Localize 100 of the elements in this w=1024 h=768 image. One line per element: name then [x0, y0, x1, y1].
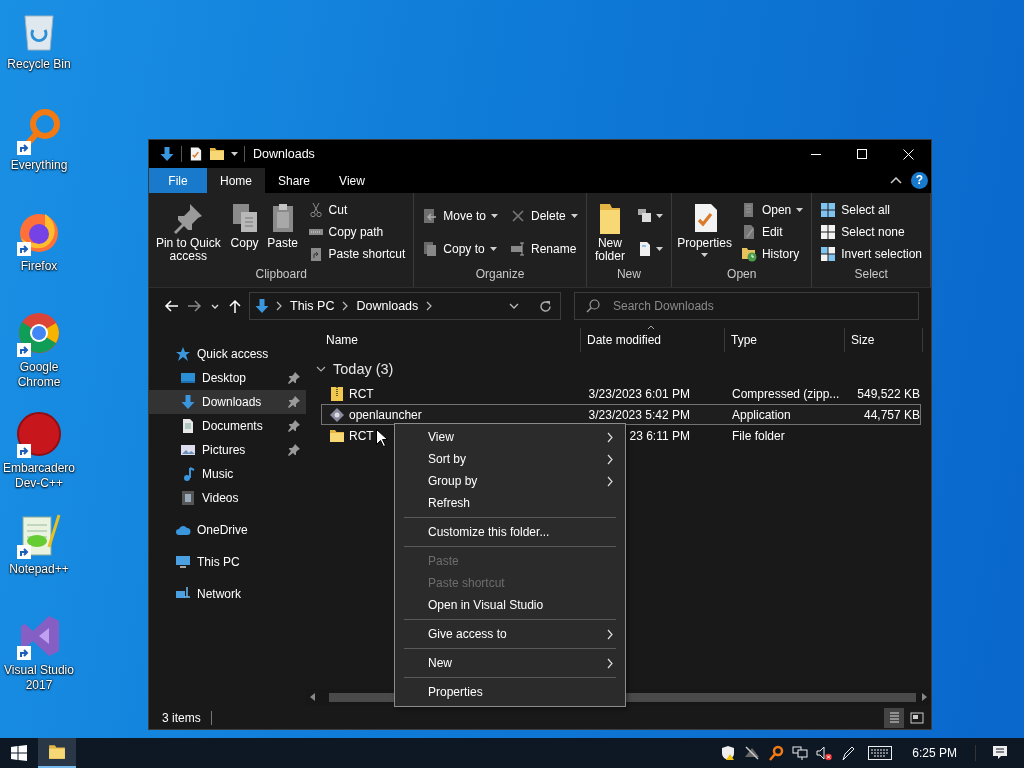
ribbon-button[interactable]: Delete	[507, 205, 581, 226]
caret-icon[interactable]	[231, 152, 238, 156]
circle-logo-icon[interactable]	[15, 410, 63, 458]
picture-icon	[180, 442, 196, 458]
file-menu-button[interactable]: File	[149, 168, 207, 193]
nav-item[interactable]: Videos	[149, 486, 306, 510]
file-size: 44,757 KB	[863, 407, 920, 422]
search-field[interactable]: Search Downloads	[574, 292, 919, 320]
desktop-icon-label: Embarcadero Dev-C++	[1, 461, 76, 491]
menu-item[interactable]: Group by	[395, 470, 625, 492]
ribbon-button[interactable]: Edit	[737, 222, 807, 242]
mouse-cursor-icon	[376, 429, 388, 447]
ribbon-tab[interactable]: View	[323, 168, 381, 193]
ribbon-button[interactable]: Move to	[419, 205, 501, 226]
zip-folder-icon	[329, 385, 345, 402]
breadcrumb[interactable]: This PC	[288, 299, 337, 313]
checkmark-document-icon[interactable]	[188, 146, 203, 162]
taskbar-app-button[interactable]	[38, 738, 76, 768]
menu-item[interactable]: Sort by	[395, 448, 625, 470]
expanded-chevron-icon[interactable]	[316, 366, 326, 372]
dropdown-icon[interactable]	[509, 303, 519, 309]
minimize-icon	[811, 153, 821, 155]
file-type: File folder	[732, 428, 785, 443]
ribbon-button[interactable]: Select none	[817, 222, 925, 242]
nav-item[interactable]: Documents	[149, 414, 306, 438]
collapse-ribbon-icon[interactable]	[890, 177, 902, 184]
ribbon-button[interactable]: Select all	[817, 200, 925, 220]
ribbon-button[interactable]: Pin to Quick access	[152, 199, 225, 265]
ribbon-button[interactable]: Rename	[507, 238, 581, 259]
ribbon-group-label: Select	[853, 266, 889, 283]
date-modified: 23 6:11 PM	[629, 428, 690, 443]
ribbon-tab[interactable]: Home	[207, 168, 265, 193]
menu-item[interactable]: View	[395, 426, 625, 448]
pen-icon[interactable]	[840, 745, 857, 761]
nav-item[interactable]: Network	[149, 582, 306, 606]
ribbon-button[interactable]: Copy path	[304, 222, 409, 242]
chevron-icon	[426, 301, 433, 311]
muted-speaker-icon[interactable]	[816, 745, 833, 761]
file-size: 549,522 KB	[857, 386, 920, 401]
ribbon-button[interactable]: Invert selection	[817, 244, 925, 264]
desktop-icon-label: Notepad++	[9, 562, 69, 577]
ribbon-button[interactable]: New folder	[589, 199, 631, 265]
menu-item[interactable]: Give access to	[395, 623, 625, 645]
ribbon-button[interactable]: History	[737, 244, 807, 264]
clock[interactable]: 6:25 PM	[900, 746, 975, 760]
network-off-icon[interactable]	[744, 745, 761, 761]
ribbon-button[interactable]: Properties	[675, 199, 734, 265]
nav-item[interactable]: Downloads	[149, 390, 306, 414]
column-header[interactable]: Size	[844, 328, 923, 352]
scissors-icon	[307, 202, 324, 218]
document-icon	[180, 418, 196, 434]
notification-icon[interactable]	[992, 745, 1008, 761]
download-arrow-icon[interactable]	[159, 146, 175, 162]
nav-item[interactable]: This PC	[149, 550, 306, 574]
folder-icon[interactable]	[209, 146, 225, 162]
file-name[interactable]: RCT	[349, 428, 374, 443]
nav-item[interactable]: Desktop	[149, 366, 306, 390]
caret-icon	[211, 303, 219, 309]
nav-item[interactable]: OneDrive	[149, 518, 306, 542]
menu-item[interactable]: Properties	[395, 681, 625, 703]
help-button[interactable]: ?	[911, 172, 928, 189]
ribbon-button[interactable]: Paste	[264, 199, 301, 265]
star-icon	[175, 346, 191, 362]
menu-item[interactable]: Refresh	[395, 492, 625, 514]
ribbon-group-label: Organize	[474, 266, 526, 283]
ribbon-tab[interactable]: Share	[265, 168, 323, 193]
nav-item[interactable]: Pictures	[149, 438, 306, 462]
ribbon-button[interactable]: Open	[737, 200, 807, 220]
shield-warning-icon[interactable]	[720, 745, 737, 761]
menu-item[interactable]: Customize this folder...	[395, 521, 625, 543]
menu-item[interactable]: New	[395, 652, 625, 674]
file-row[interactable]: openlauncher 3/23/2023 5:42 PM Application 44,757 KB	[321, 404, 921, 425]
ribbon-button[interactable]: Copy	[226, 199, 263, 265]
grid-icon	[820, 224, 837, 240]
scroll-right-icon	[920, 693, 928, 701]
address-bar[interactable]: This PC Downloads	[249, 292, 561, 320]
column-header[interactable]: Name	[306, 328, 580, 352]
column-header[interactable]: Date modified	[580, 328, 724, 352]
download-arrow-icon	[254, 298, 270, 314]
network-icon[interactable]	[792, 745, 809, 761]
magnifier-icon[interactable]	[768, 745, 785, 761]
breadcrumb[interactable]: Downloads	[354, 299, 421, 313]
nav-item[interactable]: Quick access	[149, 342, 306, 366]
ribbon-button[interactable]: Paste shortcut	[304, 244, 409, 264]
windows-logo-icon	[11, 745, 27, 761]
close-icon	[902, 148, 914, 160]
menu-item[interactable]: Open in Visual Studio	[395, 594, 625, 616]
file-name[interactable]: RCT	[349, 386, 374, 401]
desktop-icon-label: Visual Studio 2017	[3, 663, 75, 693]
rename-icon	[510, 240, 526, 257]
nav-item[interactable]: Music	[149, 462, 306, 486]
diamond-icon	[329, 406, 345, 423]
ribbon-button[interactable]: Cut	[304, 200, 409, 220]
column-header[interactable]: Type	[724, 328, 844, 352]
refresh-icon[interactable]	[539, 299, 552, 313]
ribbon-group-label: Open	[726, 266, 758, 283]
ribbon-group-label: Clipboard	[254, 266, 308, 283]
ribbon-button[interactable]: Copy to	[419, 238, 501, 259]
stacked-windows-icon	[637, 207, 654, 224]
keyboard-icon[interactable]	[868, 746, 893, 760]
